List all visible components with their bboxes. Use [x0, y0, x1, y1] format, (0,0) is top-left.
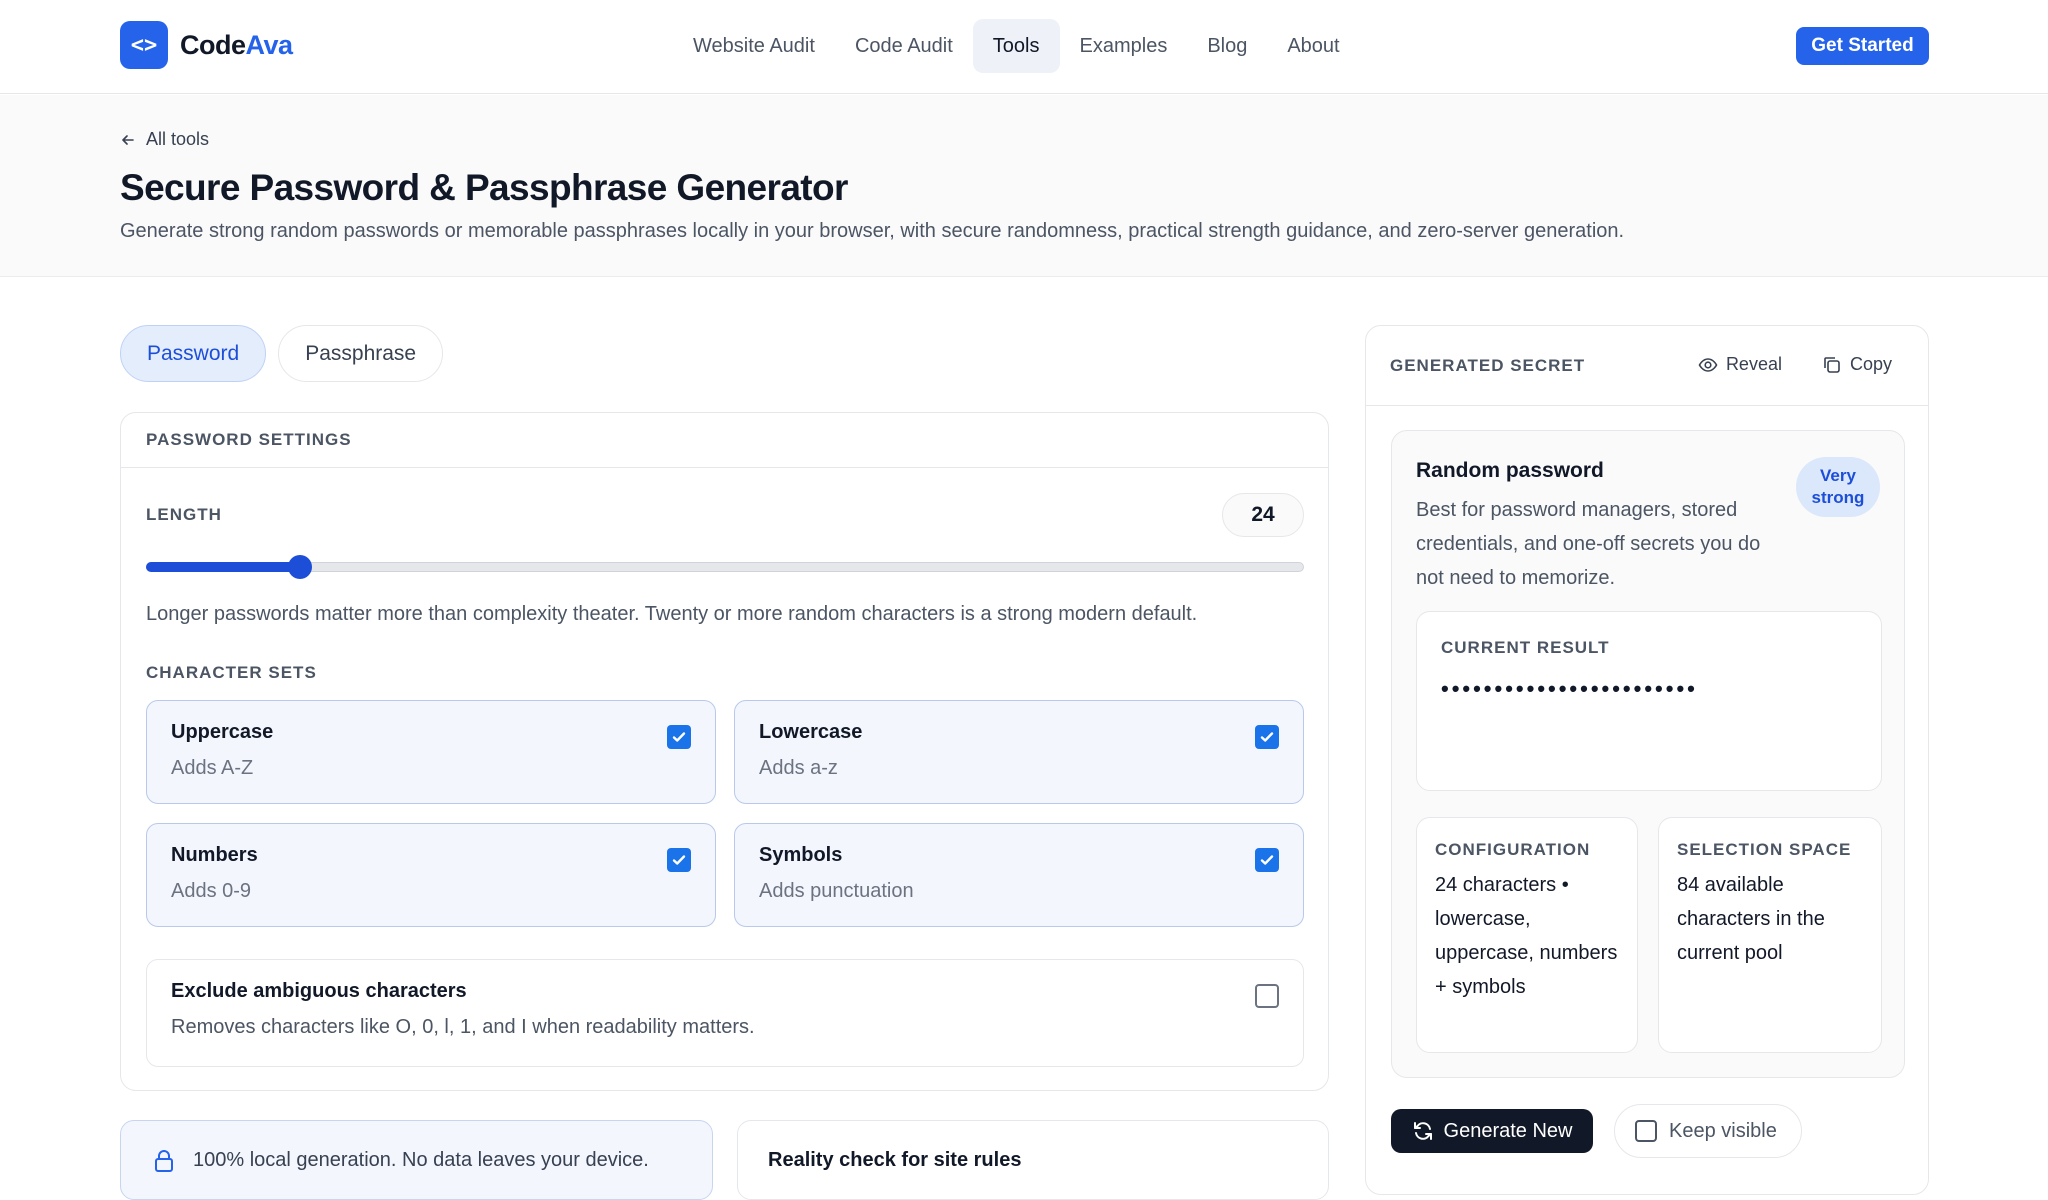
- checkmark-icon: [672, 855, 686, 865]
- charset-desc: Adds 0-9: [171, 880, 252, 902]
- checkmark-icon: [672, 732, 686, 742]
- brand-name: CodeAva: [180, 29, 293, 60]
- top-navigation-bar: <> CodeAva Website Audit Code Audit Tool…: [0, 0, 2048, 94]
- uppercase-checkbox[interactable]: [667, 725, 691, 749]
- lowercase-checkbox[interactable]: [1255, 725, 1279, 749]
- keep-visible-checkbox[interactable]: [1635, 1120, 1657, 1142]
- configuration-value: 24 characters • lowercase, uppercase, nu…: [1435, 874, 1618, 998]
- current-result-value[interactable]: ••••••••••••••••••••••••: [1441, 676, 1698, 702]
- page-hero: All tools Secure Password & Passphrase G…: [0, 95, 2048, 277]
- copy-button[interactable]: Copy: [1822, 354, 1892, 375]
- reality-check-card: Reality check for site rules: [737, 1120, 1329, 1200]
- charset-desc: Adds A-Z: [171, 757, 254, 779]
- result-type-title: Random password: [1416, 459, 1604, 482]
- generate-new-button[interactable]: Generate New: [1391, 1109, 1593, 1153]
- generated-secret-panel: GENERATED SECRET Reveal Copy Random pass…: [1365, 325, 1929, 1195]
- password-settings-card: PASSWORD SETTINGS LENGTH 24 Longer passw…: [120, 412, 1329, 1091]
- refresh-icon: [1413, 1122, 1432, 1140]
- charset-desc: Adds punctuation: [759, 880, 914, 902]
- length-help-text: Longer passwords matter more than comple…: [146, 603, 1198, 625]
- reveal-label: Reveal: [1725, 354, 1782, 374]
- strength-badge: Very strong: [1796, 457, 1880, 517]
- keep-visible-label: Keep visible: [1669, 1119, 1777, 1142]
- exclude-desc: Removes characters like O, 0, l, 1, and …: [171, 1016, 755, 1038]
- charset-name: Lowercase: [759, 721, 863, 743]
- charset-symbols[interactable]: Symbols Adds punctuation: [734, 823, 1304, 927]
- character-sets-label: CHARACTER SETS: [146, 663, 317, 682]
- charset-lowercase[interactable]: Lowercase Adds a-z: [734, 700, 1304, 804]
- checkmark-icon: [1260, 732, 1274, 742]
- charset-uppercase[interactable]: Uppercase Adds A-Z: [146, 700, 716, 804]
- charset-name: Uppercase: [171, 721, 274, 743]
- checkmark-icon: [1260, 855, 1274, 865]
- length-value-field[interactable]: 24: [1222, 493, 1304, 537]
- copy-label: Copy: [1849, 354, 1892, 374]
- arrow-left-icon: [122, 134, 134, 145]
- code-brackets-icon: <>: [120, 21, 168, 69]
- copy-icon: [1824, 356, 1840, 373]
- selection-space-box: SELECTION SPACE 84 available characters …: [1658, 817, 1882, 1053]
- back-link-label: All tools: [146, 129, 210, 149]
- get-started-button[interactable]: Get Started: [1796, 27, 1929, 65]
- slider-fill: [146, 562, 301, 572]
- main-nav: Website Audit Code Audit Tools Examples …: [673, 19, 1360, 73]
- tab-password[interactable]: Password: [120, 325, 267, 382]
- numbers-checkbox[interactable]: [667, 848, 691, 872]
- nav-tools[interactable]: Tools: [972, 19, 1060, 73]
- mode-tabs: Password Passphrase: [120, 325, 444, 382]
- panel-actions: Reveal Copy: [1698, 354, 1892, 375]
- reveal-button[interactable]: Reveal: [1698, 354, 1782, 375]
- nav-examples[interactable]: Examples: [1060, 19, 1188, 73]
- panel-title: GENERATED SECRET: [1390, 355, 1586, 375]
- generate-new-label: Generate New: [1443, 1119, 1573, 1142]
- configuration-label: CONFIGURATION: [1435, 840, 1591, 859]
- charset-name: Numbers: [171, 844, 258, 866]
- selection-space-value: 84 available characters in the current p…: [1677, 874, 1825, 964]
- charset-name: Symbols: [759, 844, 843, 866]
- slider-thumb[interactable]: [288, 555, 313, 579]
- current-result-box[interactable]: CURRENT RESULT ••••••••••••••••••••••••: [1416, 611, 1882, 791]
- nav-about[interactable]: About: [1267, 19, 1359, 73]
- eye-icon: [1698, 357, 1718, 372]
- current-result-label: CURRENT RESULT: [1441, 638, 1610, 657]
- selection-space-label: SELECTION SPACE: [1677, 840, 1852, 859]
- length-slider[interactable]: [146, 555, 1304, 579]
- page-title: Secure Password & Passphrase Generator: [120, 167, 848, 208]
- configuration-box: CONFIGURATION 24 characters • lowercase,…: [1416, 817, 1638, 1053]
- charset-numbers[interactable]: Numbers Adds 0-9: [146, 823, 716, 927]
- nav-code-audit[interactable]: Code Audit: [835, 19, 973, 73]
- charset-desc: Adds a-z: [759, 757, 838, 779]
- result-type-desc: Best for password managers, stored crede…: [1416, 499, 1761, 589]
- nav-website-audit[interactable]: Website Audit: [673, 19, 835, 73]
- exclude-ambiguous-option[interactable]: Exclude ambiguous characters Removes cha…: [146, 959, 1304, 1067]
- length-label: LENGTH: [146, 505, 222, 524]
- page-subtitle: Generate strong random passwords or memo…: [120, 220, 1625, 242]
- exclude-ambiguous-checkbox[interactable]: [1255, 984, 1279, 1008]
- slider-track: [146, 562, 1304, 572]
- exclude-name: Exclude ambiguous characters: [171, 980, 467, 1002]
- nav-blog[interactable]: Blog: [1187, 19, 1267, 73]
- result-box: Random password Best for password manage…: [1391, 430, 1905, 1078]
- tab-passphrase[interactable]: Passphrase: [278, 325, 444, 382]
- lock-icon: [155, 1150, 173, 1172]
- keep-visible-toggle[interactable]: Keep visible: [1614, 1104, 1802, 1158]
- symbols-checkbox[interactable]: [1255, 848, 1279, 872]
- brand-logo[interactable]: <> CodeAva: [120, 21, 293, 69]
- back-to-tools-link[interactable]: All tools: [120, 129, 209, 150]
- local-generation-card: 100% local generation. No data leaves yo…: [120, 1120, 713, 1200]
- settings-heading: PASSWORD SETTINGS: [121, 413, 1328, 468]
